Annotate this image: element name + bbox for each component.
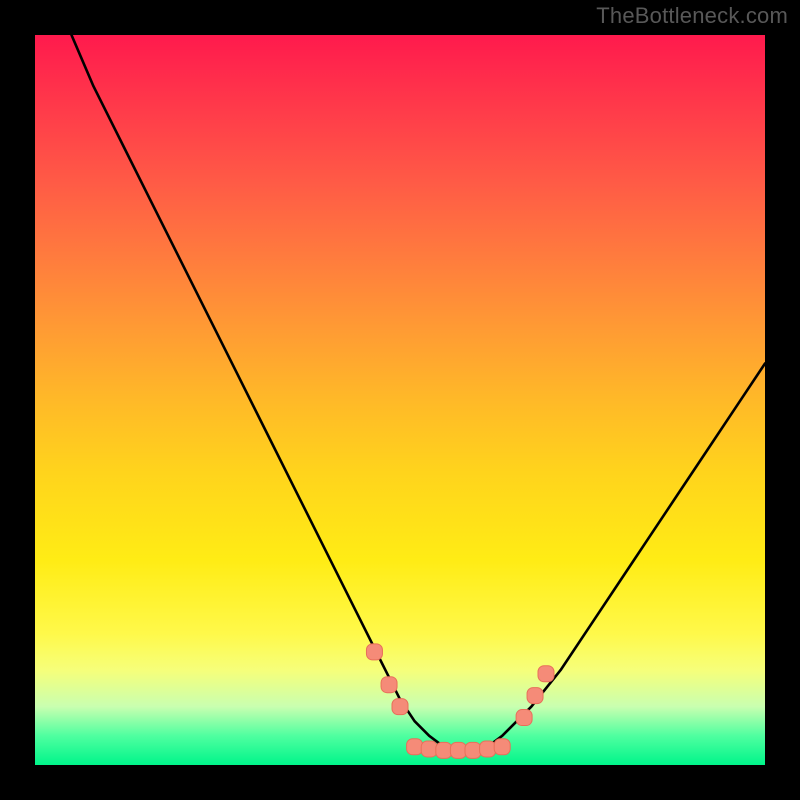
- marker-left-cluster-low: [392, 699, 408, 715]
- bottleneck-curve: [72, 35, 766, 750]
- marker-floor-7: [494, 739, 510, 755]
- marker-floor-1: [407, 739, 423, 755]
- curve-markers: [366, 644, 554, 759]
- plot-area: [35, 35, 765, 765]
- marker-right-cluster-mid: [527, 688, 543, 704]
- chart-svg: [35, 35, 765, 765]
- marker-right-cluster-top: [538, 666, 554, 682]
- marker-right-cluster-low: [516, 710, 532, 726]
- marker-left-cluster-top: [366, 644, 382, 660]
- marker-floor-3: [436, 742, 452, 758]
- marker-left-cluster-mid: [381, 677, 397, 693]
- marker-floor-5: [465, 742, 481, 758]
- marker-floor-6: [480, 741, 496, 757]
- chart-frame: TheBottleneck.com: [0, 0, 800, 800]
- marker-floor-2: [421, 741, 437, 757]
- marker-floor-4: [450, 742, 466, 758]
- watermark-text: TheBottleneck.com: [596, 3, 788, 29]
